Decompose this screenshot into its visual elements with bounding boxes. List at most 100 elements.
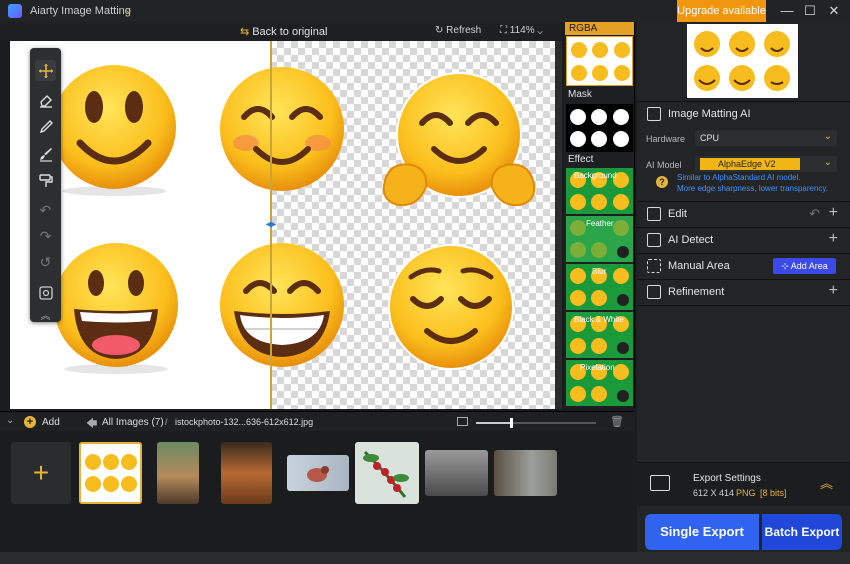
zoom-control[interactable]: ⛶ 114% ⌄ bbox=[500, 25, 543, 36]
effect-feather-label: Feather bbox=[586, 219, 614, 228]
rgba-thumbnail[interactable] bbox=[566, 36, 633, 86]
thumbnail-city[interactable] bbox=[425, 450, 488, 496]
effect-pixelation[interactable]: Pixelation bbox=[566, 360, 633, 406]
edit-title: Edit bbox=[668, 208, 687, 220]
add-image-button[interactable]: + bbox=[11, 442, 71, 504]
thumbnail-window-room[interactable] bbox=[157, 442, 199, 504]
minimize-icon[interactable]: — bbox=[777, 2, 797, 20]
reset-icon[interactable]: ↺ bbox=[35, 252, 56, 273]
maximize-icon[interactable]: ☐ bbox=[800, 2, 820, 20]
effect-background-label: Background bbox=[574, 171, 617, 180]
app-window: Aiarty Image Matting ⌄ Upgrade available… bbox=[0, 0, 850, 564]
undo-icon[interactable]: ↶ bbox=[809, 206, 820, 222]
ai-model-select[interactable]: AlphaEdge V2 ⌄ bbox=[695, 156, 837, 172]
redo-icon[interactable]: ↷ bbox=[35, 226, 56, 247]
thumbnail-emoji[interactable] bbox=[79, 442, 142, 504]
trash-icon[interactable]: 🗑 bbox=[610, 415, 624, 428]
thumbnail-cozy-room[interactable] bbox=[221, 442, 272, 504]
manual-area-icon bbox=[647, 259, 661, 273]
effect-black-white-label: Black & White bbox=[574, 315, 624, 324]
path-separator: / bbox=[165, 417, 168, 427]
filename-label: istockphoto-132...636-612x612.jpg bbox=[175, 417, 314, 427]
thumbnail-berries[interactable] bbox=[355, 442, 419, 504]
upgrade-button[interactable]: Upgrade available bbox=[677, 0, 766, 22]
refine-brush-icon[interactable] bbox=[35, 143, 56, 164]
title-bar: Aiarty Image Matting ⌄ Upgrade available… bbox=[0, 0, 850, 22]
blush-emoji bbox=[220, 67, 344, 191]
preview-thumbnail bbox=[687, 24, 798, 98]
help-icon[interactable]: ? bbox=[656, 176, 668, 188]
canvas-toolbar: ⇆ Back to original ↻ Refresh ⛶ 114% ⌄ bbox=[0, 22, 562, 40]
chevron-down-icon: ⌄ bbox=[823, 131, 832, 142]
brush-icon[interactable] bbox=[35, 116, 56, 137]
export-format: PNG bbox=[736, 488, 756, 498]
effect-feather[interactable]: Feather bbox=[566, 216, 633, 262]
plus-icon[interactable]: + bbox=[829, 204, 838, 222]
close-icon[interactable]: ✕ bbox=[824, 2, 844, 20]
ai-detect-section[interactable]: AI Detect + bbox=[637, 227, 850, 253]
collapse-icon[interactable]: ⌄ bbox=[6, 415, 14, 426]
move-tool-icon[interactable] bbox=[35, 60, 56, 81]
image-size-icon bbox=[457, 417, 468, 426]
effect-blur-label: Blur bbox=[592, 267, 607, 276]
status-bar bbox=[0, 552, 850, 564]
matting-ai-section: Image Matting AI bbox=[637, 101, 850, 127]
smile-emoji bbox=[52, 65, 176, 196]
mask-thumbnail[interactable] bbox=[566, 104, 633, 152]
app-title: Aiarty Image Matting bbox=[30, 5, 131, 17]
fit-screen-icon[interactable] bbox=[35, 282, 56, 303]
rgba-tab[interactable]: RGBA bbox=[565, 22, 634, 35]
hugging-emoji bbox=[382, 72, 536, 207]
edit-icon bbox=[647, 207, 661, 221]
output-panel: RGBA Mask Effect Background Feather Blur bbox=[564, 22, 635, 408]
effect-black-white[interactable]: Black & White bbox=[566, 312, 633, 358]
export-size: 612 X 414 bbox=[693, 488, 735, 498]
eraser-icon[interactable] bbox=[35, 89, 56, 110]
chevron-down-icon: ⌄ bbox=[823, 157, 832, 168]
hardware-label: Hardware bbox=[646, 134, 686, 144]
add-area-icon: ⊹ bbox=[781, 261, 789, 271]
canvas-scrollbar[interactable] bbox=[555, 41, 562, 409]
roller-icon[interactable] bbox=[35, 170, 56, 191]
effect-background[interactable]: Background bbox=[566, 168, 633, 214]
refinement-section[interactable]: Refinement + bbox=[637, 279, 850, 306]
refinement-icon bbox=[647, 285, 661, 299]
image-matting-icon bbox=[647, 107, 661, 121]
single-export-button[interactable]: Single Export bbox=[645, 514, 759, 550]
add-label[interactable]: Add bbox=[42, 417, 60, 428]
chevron-down-icon: ⌄ bbox=[537, 25, 543, 36]
laughing-emoji bbox=[54, 243, 178, 374]
add-icon[interactable]: + bbox=[24, 416, 36, 428]
all-images-label[interactable]: All Images (7) bbox=[102, 417, 164, 428]
split-handle-icon[interactable]: ◂▸ bbox=[264, 219, 278, 231]
hardware-select[interactable]: CPU ⌄ bbox=[695, 130, 837, 146]
add-area-button[interactable]: ⊹ Add Area bbox=[773, 258, 836, 274]
thumbnail-street[interactable] bbox=[494, 450, 557, 496]
effect-pixelation-label: Pixelation bbox=[580, 363, 615, 372]
chevron-down-icon[interactable]: ⌄ bbox=[124, 3, 133, 16]
export-settings-icon bbox=[650, 475, 670, 491]
manual-area-section[interactable]: Manual Area ⊹ Add Area bbox=[637, 253, 850, 279]
collapse-icon[interactable]: ︽ bbox=[820, 473, 833, 492]
thumbnail-bird[interactable] bbox=[287, 455, 349, 491]
slider-handle[interactable] bbox=[510, 418, 513, 428]
batch-export-button[interactable]: Batch Export bbox=[762, 514, 842, 550]
manual-area-title: Manual Area bbox=[668, 260, 730, 272]
filmstrip: + bbox=[0, 431, 634, 552]
back-to-original-label: Back to original bbox=[252, 26, 328, 38]
image-canvas[interactable]: ◂▸ bbox=[10, 41, 555, 409]
edit-section[interactable]: Edit ↶ + bbox=[637, 201, 850, 227]
compare-icon: ⇆ bbox=[240, 26, 250, 38]
undo-icon[interactable]: ↶ bbox=[35, 200, 56, 221]
zoom-level: 114% bbox=[509, 25, 535, 36]
export-bits: [8 bits] bbox=[760, 488, 787, 498]
refresh-button[interactable]: ↻ Refresh bbox=[435, 25, 481, 36]
export-settings[interactable]: Export Settings 612 X 414 PNG [8 bits] ︽ bbox=[637, 462, 850, 506]
back-to-original-button[interactable]: ⇆ Back to original bbox=[240, 25, 327, 38]
plus-icon[interactable]: + bbox=[829, 282, 838, 300]
ai-model-label: AI Model bbox=[646, 160, 682, 170]
plus-icon[interactable]: + bbox=[829, 230, 838, 248]
collapse-icon[interactable]: ︽ bbox=[35, 304, 56, 325]
add-area-label: Add Area bbox=[790, 261, 828, 271]
effect-blur[interactable]: Blur bbox=[566, 264, 633, 310]
